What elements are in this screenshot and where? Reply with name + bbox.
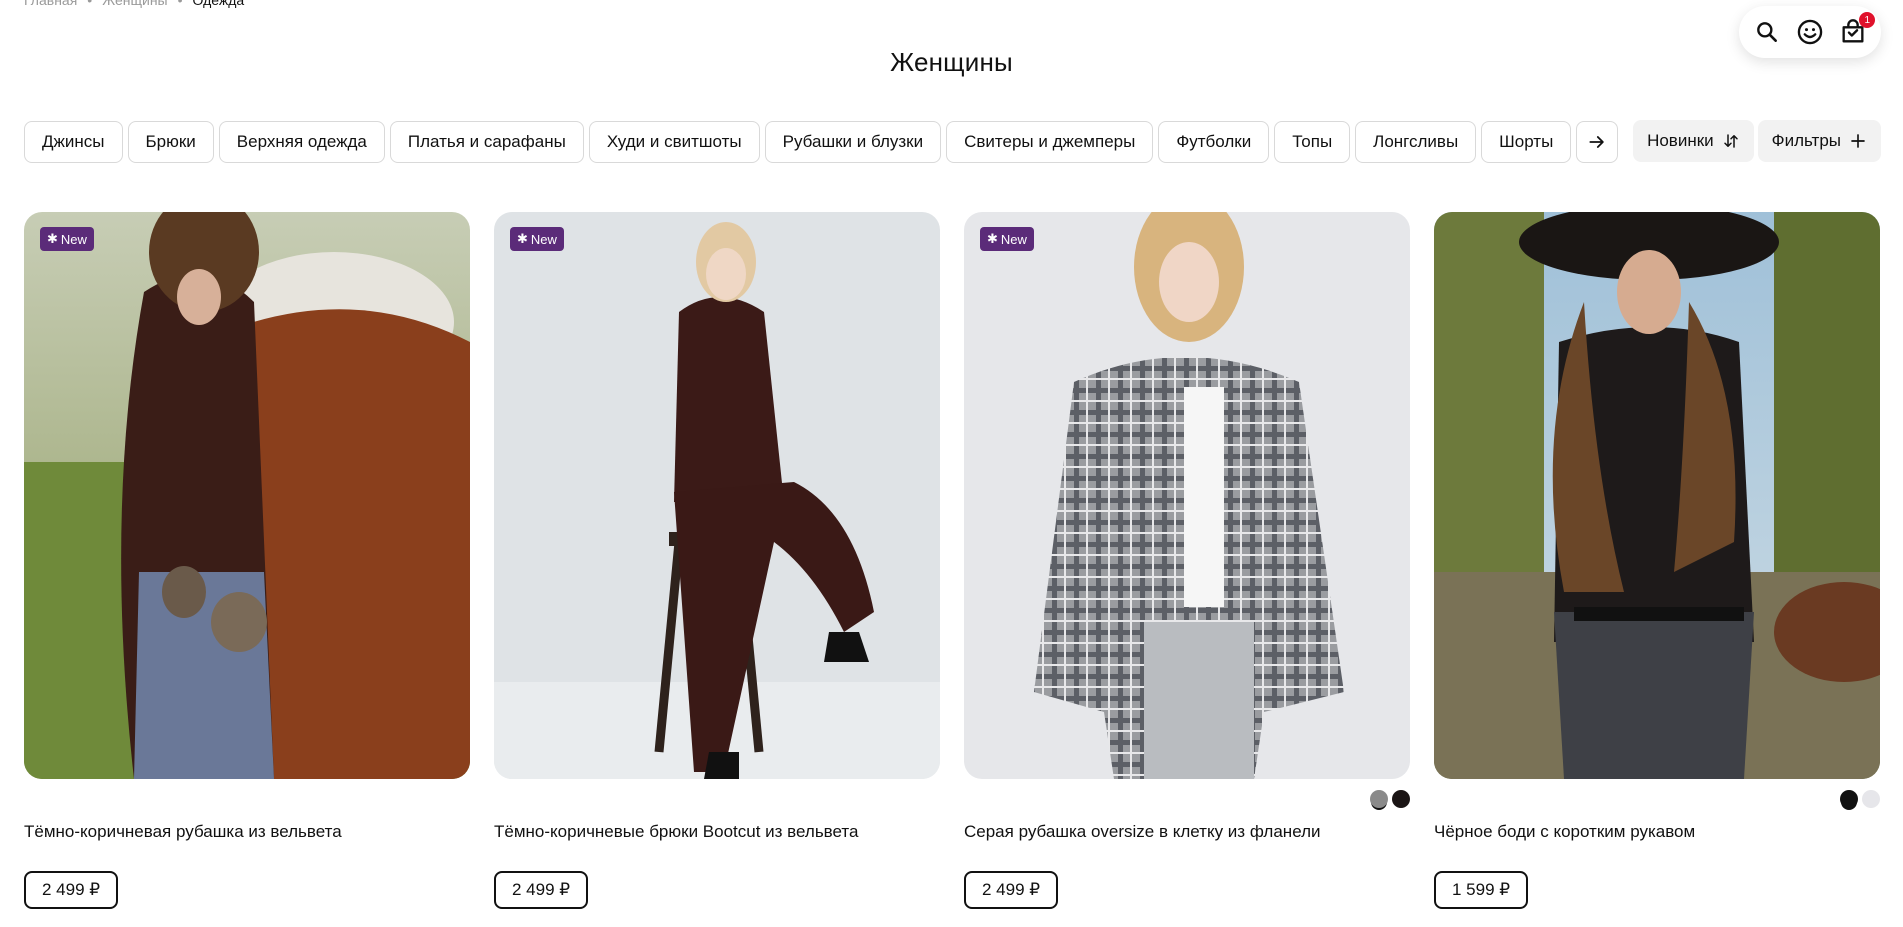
bag-icon[interactable]: 1 [1839,12,1876,46]
category-chip-tshirts[interactable]: Футболки [1158,121,1270,163]
color-swatch-black[interactable] [1840,790,1858,808]
category-chip-longsleeves[interactable]: Лонгсливы [1355,121,1477,163]
new-badge: ✱ New [510,227,564,251]
category-chip-tops[interactable]: Топы [1274,121,1351,163]
category-chip-dresses[interactable]: Платья и сарафаны [389,121,584,163]
product-price: 1 599 ₽ [1434,871,1529,909]
new-badge-label: New [1000,231,1027,247]
product-image[interactable]: ✱ New [494,212,940,779]
color-swatch-dark-brown[interactable] [1392,790,1410,808]
product-price: 2 499 ₽ [494,871,589,909]
sort-filter-bar: Новинки Фильтры [1633,120,1881,162]
category-chip-jeans[interactable]: Джинсы [24,121,123,163]
filters-button[interactable]: Фильтры [1757,120,1881,162]
product-name[interactable]: Тёмно-коричневые брюки Bootcut из вельве… [494,822,858,842]
breadcrumb-current: Одежда [192,0,245,8]
filters-label: Фильтры [1771,131,1841,150]
product-card[interactable]: ✱ New Тёмно-коричневая рубашка из вельве… [24,212,470,909]
sparkle-icon: ✱ [47,231,58,246]
sparkle-icon: ✱ [517,231,528,246]
breadcrumb: Главная • Женщины • Одежда [24,0,244,8]
breadcrumb-women[interactable]: Женщины [102,0,167,8]
product-card[interactable]: ✱ New Серая рубашка oversize в клетку из… [964,212,1410,909]
smiley-icon[interactable] [1796,18,1824,46]
header-actions: 1 [1739,6,1881,58]
breadcrumb-home[interactable]: Главная [24,0,77,8]
product-card[interactable]: Чёрное боди с коротким рукавом 1 599 ₽ [1434,212,1880,909]
color-swatches [1840,790,1880,808]
sparkle-icon: ✱ [987,231,998,246]
breadcrumb-separator: • [177,0,183,8]
category-chip-sweaters[interactable]: Свитеры и джемперы [946,121,1154,163]
new-badge-label: New [60,231,87,247]
new-badge: ✱ New [40,227,94,251]
category-chip-outerwear[interactable]: Верхняя одежда [218,121,385,163]
color-swatches [1370,790,1410,808]
product-grid: ✱ New Тёмно-коричневая рубашка из вельве… [24,212,1880,909]
category-chip-shirts[interactable]: Рубашки и блузки [764,121,942,163]
breadcrumb-separator: • [87,0,93,8]
plus-icon [1851,134,1865,148]
sort-label: Новинки [1647,131,1714,150]
categories-next-button[interactable] [1576,121,1619,163]
cart-count-badge: 1 [1859,12,1876,28]
product-price: 2 499 ₽ [964,871,1059,909]
category-chip-shorts[interactable]: Шорты [1481,121,1572,163]
product-card[interactable]: ✱ New Тёмно-коричневые брюки Bootcut из … [494,212,940,909]
new-badge-label: New [530,231,557,247]
category-chip-trousers[interactable]: Брюки [127,121,214,163]
color-swatch-grey[interactable] [1370,790,1388,808]
category-chip-hoodies[interactable]: Худи и свитшоты [588,121,760,163]
product-name[interactable]: Тёмно-коричневая рубашка из вельвета [24,822,342,842]
color-swatch-light-grey[interactable] [1862,790,1880,808]
product-name[interactable]: Серая рубашка oversize в клетку из флане… [964,822,1321,842]
product-image[interactable]: ✱ New [24,212,470,779]
sort-button[interactable]: Новинки [1633,120,1754,162]
category-chips: Джинсы Брюки Верхняя одежда Платья и сар… [24,120,1619,164]
product-image[interactable] [1434,212,1880,779]
sort-icon [1723,134,1738,148]
new-badge: ✱ New [980,227,1034,251]
product-image[interactable]: ✱ New [964,212,1410,779]
search-icon[interactable] [1753,18,1781,46]
arrow-right-icon [1589,136,1605,148]
page-title: Женщины [890,47,1013,78]
product-name[interactable]: Чёрное боди с коротким рукавом [1434,822,1695,842]
product-price: 2 499 ₽ [24,871,119,909]
